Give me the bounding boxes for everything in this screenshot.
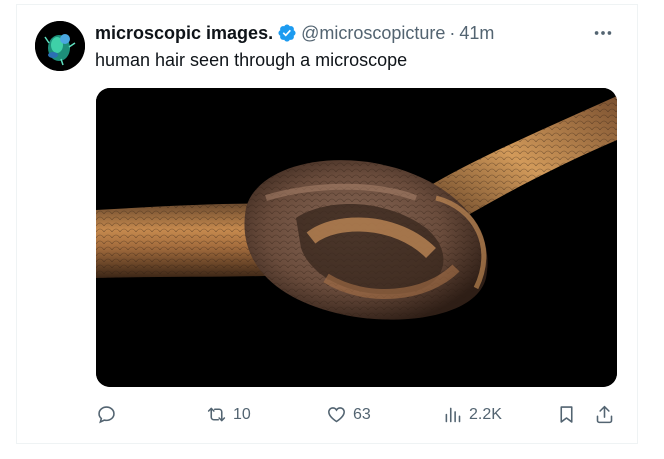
reply-icon — [98, 406, 115, 424]
tweet-media-image[interactable] — [96, 88, 617, 387]
display-name[interactable]: microscopic images. — [95, 23, 273, 44]
separator-dot: · — [449, 22, 456, 43]
tweet-text: human hair seen through a microscope — [95, 50, 408, 70]
views-button[interactable]: 2.2K — [442, 404, 502, 425]
bookmark-icon — [560, 406, 573, 423]
retweet-count: 10 — [233, 405, 251, 423]
share-button[interactable] — [594, 404, 615, 425]
like-count: 63 — [353, 405, 371, 423]
microscopic-creature-avatar-icon — [35, 21, 85, 71]
reply-button[interactable] — [96, 404, 123, 425]
like-button[interactable]: 63 — [326, 404, 371, 425]
retweet-button[interactable]: 10 — [206, 404, 251, 425]
handle[interactable]: @microscopicture — [301, 23, 445, 44]
hair-knot-image-icon — [96, 88, 617, 387]
more-options-icon[interactable] — [592, 22, 614, 44]
retweet-icon — [207, 407, 226, 422]
share-icon — [596, 405, 613, 424]
views-chart-icon — [445, 407, 461, 423]
avatar[interactable] — [35, 21, 85, 71]
views-count: 2.2K — [469, 405, 502, 423]
heart-icon — [328, 407, 345, 423]
action-bar: 10 63 2.2K — [0, 400, 664, 432]
verified-badge-icon[interactable] — [277, 23, 297, 43]
timestamp[interactable]: 41m — [459, 23, 494, 44]
bookmark-button[interactable] — [556, 404, 577, 425]
